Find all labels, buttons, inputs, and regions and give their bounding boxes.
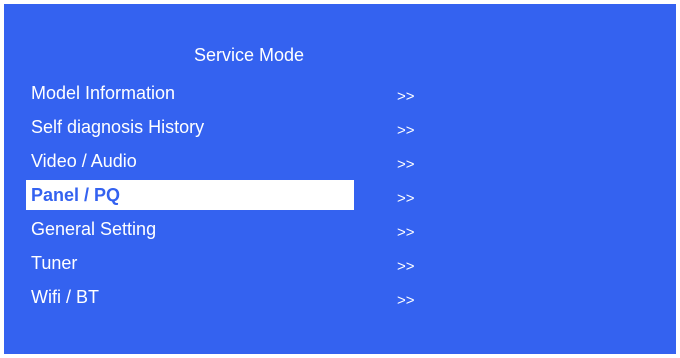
menu-item-model-information[interactable]: Model Information >> — [4, 74, 676, 108]
menu-item-label: Wifi / BT — [31, 287, 99, 307]
menu-item-label: Tuner — [31, 253, 78, 273]
submenu-arrow-icon: >> — [397, 292, 415, 309]
menu-item-label: Model Information — [31, 83, 176, 103]
menu-item-self-diagnosis-history[interactable]: Self diagnosis History >> — [4, 108, 676, 142]
menu-item-tuner[interactable]: Tuner >> — [4, 244, 676, 278]
menu-item-label: Video / Audio — [31, 151, 137, 171]
menu-item-video-audio[interactable]: Video / Audio >> — [4, 142, 676, 176]
menu-item-label: General Setting — [31, 219, 157, 239]
menu-item-label: Panel / PQ — [26, 180, 354, 210]
page-title: Service Mode — [193, 45, 305, 65]
menu-item-panel-pq[interactable]: Panel / PQ >> — [4, 176, 676, 210]
menu-item-wifi-bt[interactable]: Wifi / BT >> — [4, 278, 676, 312]
service-menu: Model Information >> Self diagnosis Hist… — [4, 74, 676, 312]
menu-item-label: Self diagnosis History — [31, 117, 205, 137]
menu-item-general-setting[interactable]: General Setting >> — [4, 210, 676, 244]
service-mode-screen: Service Mode Model Information >> Self d… — [4, 4, 676, 354]
